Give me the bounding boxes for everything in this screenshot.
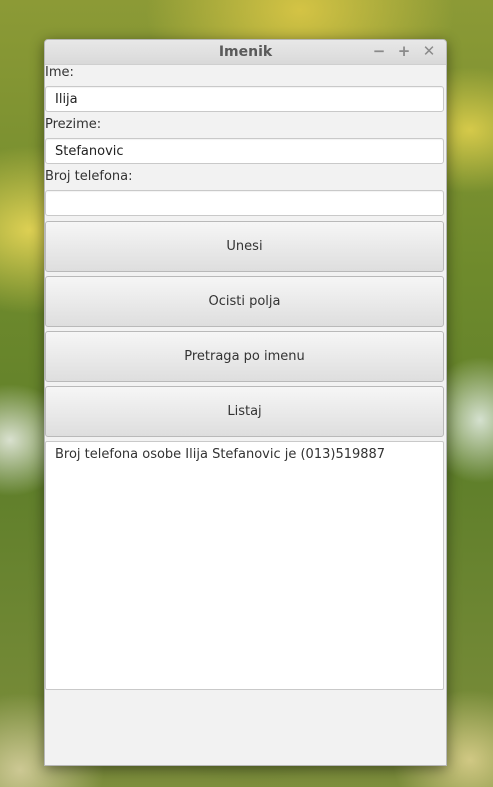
- list-button[interactable]: Listaj: [45, 386, 444, 437]
- close-icon[interactable]: ✕: [422, 42, 436, 60]
- form-content: Ime: Prezime: Broj telefona: Unesi Ocist…: [45, 65, 446, 690]
- window-controls: − + ✕: [372, 42, 436, 60]
- first-name-field[interactable]: [45, 86, 444, 112]
- last-name-label: Prezime:: [45, 117, 102, 132]
- output-text: Broj telefona osobe Ilija Stefanovic je …: [55, 447, 386, 462]
- last-name-field[interactable]: [45, 138, 444, 164]
- first-name-label: Ime:: [45, 65, 74, 80]
- title-bar[interactable]: Imenik − + ✕: [45, 40, 446, 65]
- phone-label: Broj telefona:: [45, 169, 133, 184]
- phonebook-window: Imenik − + ✕ Ime: Prezime: Broj telefona…: [44, 39, 447, 766]
- search-by-name-button[interactable]: Pretraga po imenu: [45, 331, 444, 382]
- phone-field[interactable]: [45, 190, 444, 216]
- output-text-area[interactable]: Broj telefona osobe Ilija Stefanovic je …: [45, 441, 444, 690]
- clear-fields-button[interactable]: Ocisti polja: [45, 276, 444, 327]
- enter-button[interactable]: Unesi: [45, 221, 444, 272]
- minimize-icon[interactable]: −: [372, 42, 386, 60]
- maximize-icon[interactable]: +: [397, 42, 411, 60]
